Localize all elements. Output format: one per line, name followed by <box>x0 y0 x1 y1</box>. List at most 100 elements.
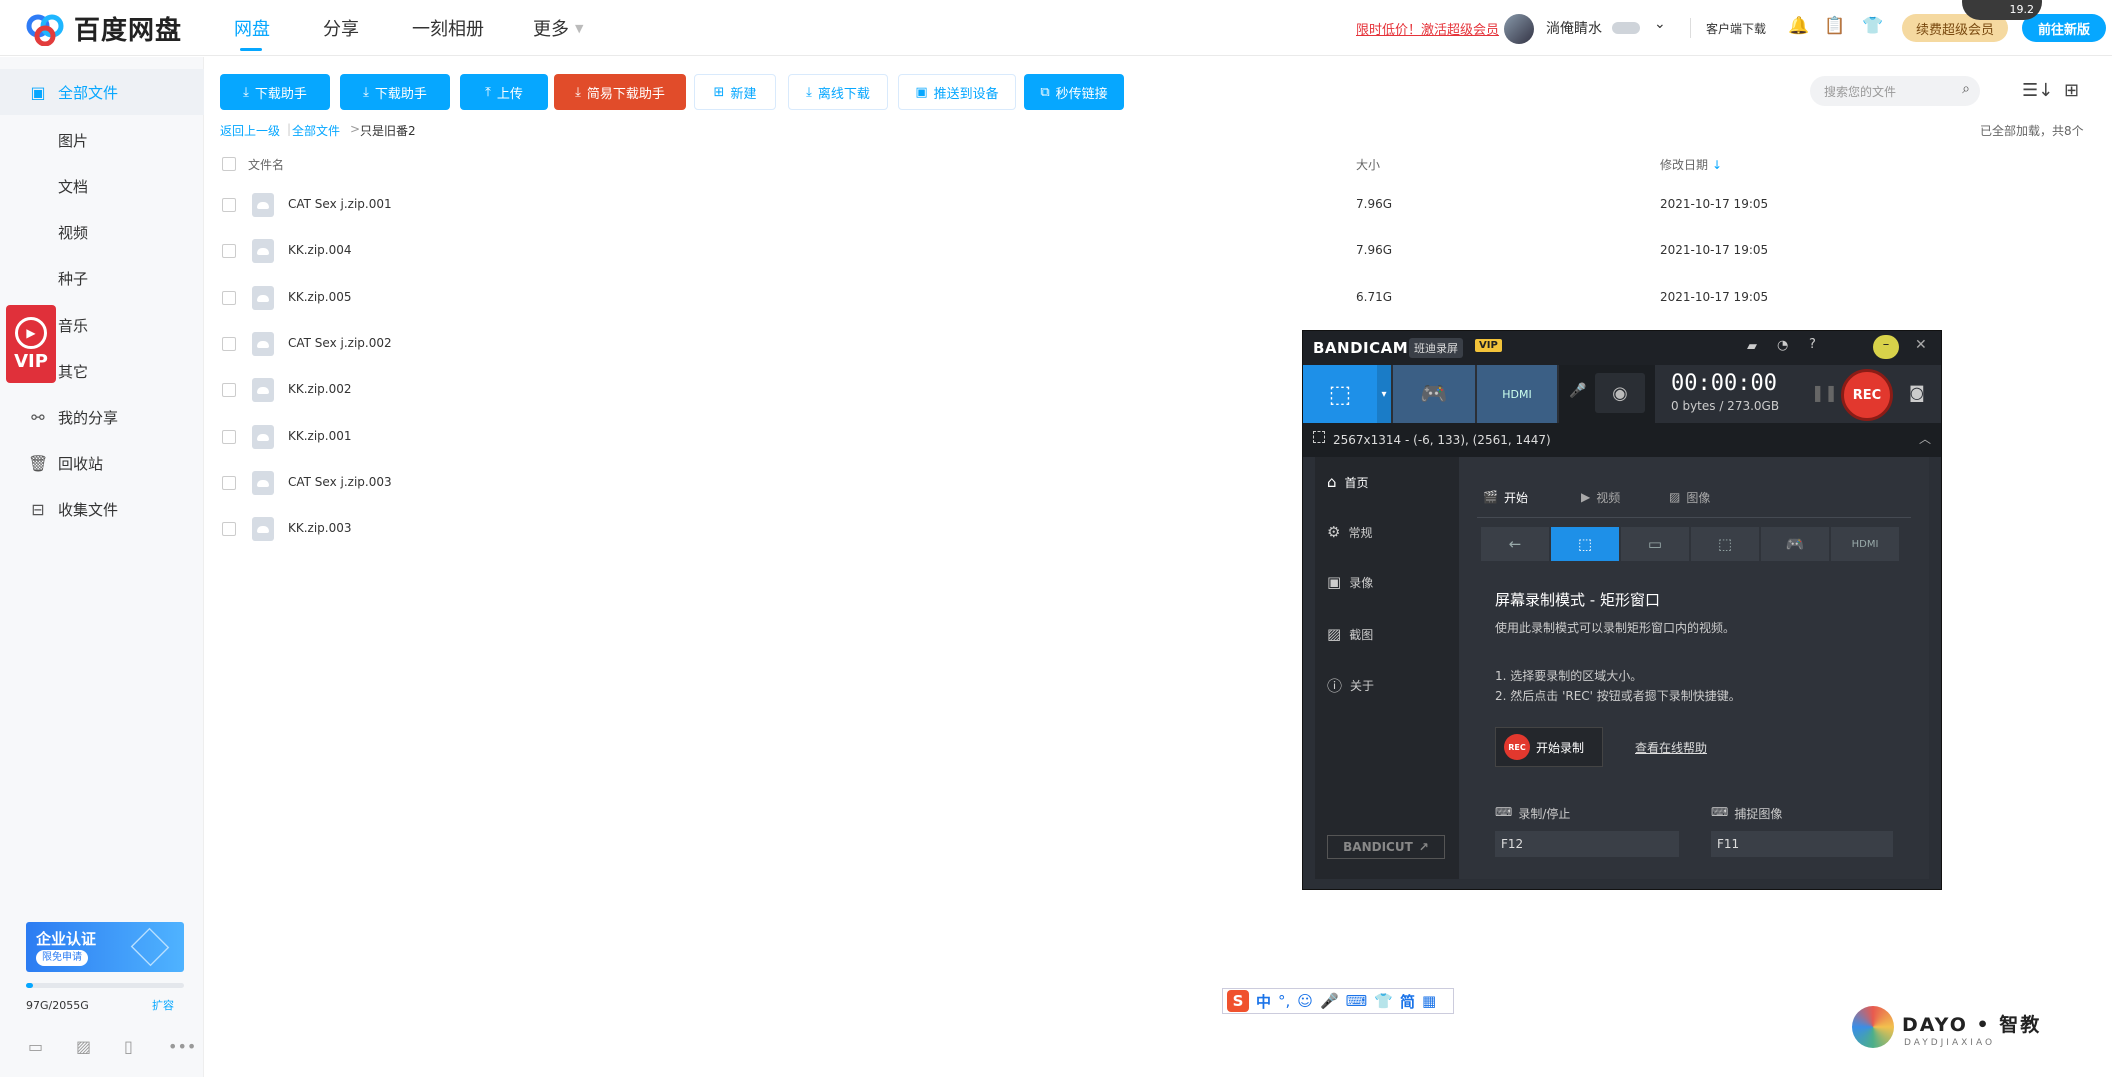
pause-icon[interactable]: ❚❚ <box>1811 383 1838 402</box>
row-checkbox[interactable] <box>222 430 236 444</box>
row-checkbox[interactable] <box>222 244 236 258</box>
select-all-checkbox[interactable] <box>222 157 236 171</box>
sort-icon[interactable]: ☰↓ <box>2022 80 2053 101</box>
emoji-icon[interactable]: ☺ <box>1297 992 1313 1010</box>
tab-start[interactable]: 🎬 开始 <box>1483 477 1528 517</box>
back-link[interactable]: 返回上一级 <box>220 122 280 139</box>
mode-rect-button[interactable]: ⬚ <box>1551 527 1619 561</box>
row-checkbox[interactable] <box>222 198 236 212</box>
ime-lang-button[interactable]: 中 <box>1256 991 1271 1012</box>
user-menu-chevron-icon[interactable]: ⌄ <box>1654 16 1666 32</box>
mode-game-button[interactable]: 🎮 <box>1761 527 1829 561</box>
file-name[interactable]: CAT Sex j.zip.003 <box>288 475 392 489</box>
mode-cursor-button[interactable]: ⬚ <box>1691 527 1759 561</box>
file-name[interactable]: KK.zip.003 <box>288 521 352 535</box>
simplified-button[interactable]: 简 <box>1400 991 1415 1012</box>
enterprise-banner[interactable]: 企业认证 限免申请 <box>26 922 184 972</box>
mode-fullscreen-button[interactable]: ▭ <box>1621 527 1689 561</box>
row-checkbox[interactable] <box>222 337 236 351</box>
tab-video[interactable]: ▶ 视频 <box>1581 477 1620 517</box>
clipboard-icon[interactable]: 📋 <box>1824 16 1845 36</box>
monitor-icon[interactable]: ▭ <box>28 1037 43 1056</box>
nav-album[interactable]: 一刻相册 <box>412 0 484 56</box>
hotkey-rec-field[interactable]: F12 <box>1495 831 1679 857</box>
skin-icon[interactable]: 👕 <box>1374 992 1393 1010</box>
hdmi-mode-button[interactable]: HDMI <box>1477 365 1557 423</box>
file-name[interactable]: KK.zip.005 <box>288 290 352 304</box>
menu-screenshot[interactable]: ▨ 截图 <box>1327 625 1373 643</box>
table-row[interactable]: KK.zip.005 6.71G 2021-10-17 19:05 <box>0 275 2112 321</box>
close-icon[interactable]: ✕ <box>1915 337 1927 353</box>
offline-download-button[interactable]: ⤓ 离线下载 <box>788 74 888 110</box>
sidebar-item-all-files[interactable]: ▣ 全部文件 <box>0 69 204 115</box>
search-icon[interactable]: ⌕ <box>1962 81 1970 97</box>
rec-button[interactable]: REC <box>1841 369 1893 421</box>
tshirt-icon[interactable]: 👕 <box>1862 16 1883 36</box>
upload-button[interactable]: ⤒ 上传 <box>460 74 548 110</box>
app-logo[interactable]: 百度网盘 <box>26 10 182 47</box>
column-header-date[interactable]: 修改日期 ↓ <box>1660 156 1722 173</box>
mic-icon[interactable]: 🎤 <box>1320 992 1339 1010</box>
table-row[interactable]: KK.zip.004 7.96G 2021-10-17 19:05 <box>0 228 2112 274</box>
minimize-button[interactable]: – <box>1873 335 1899 359</box>
tab-image[interactable]: ▨ 图像 <box>1669 477 1710 517</box>
keyboard-icon[interactable]: ⌨ <box>1346 992 1368 1010</box>
image-icon[interactable]: ▨ <box>76 1037 91 1056</box>
expand-storage-link[interactable]: 扩容 <box>152 997 174 1013</box>
username[interactable]: 淌俺睛水 <box>1546 0 1602 56</box>
push-device-button[interactable]: ▣ 推送到设备 <box>898 74 1016 110</box>
game-mode-button[interactable]: 🎮 <box>1393 365 1475 423</box>
webcam-mic-panel[interactable]: 🎤 ◉ <box>1559 365 1655 423</box>
file-name[interactable]: CAT Sex j.zip.001 <box>288 197 392 211</box>
more-icon[interactable]: ••• <box>168 1037 196 1056</box>
menu-about[interactable]: ⓘ 关于 <box>1327 675 1374 696</box>
collapse-chevron-icon[interactable]: ︿ <box>1919 430 1931 447</box>
sogou-logo-icon[interactable]: S <box>1227 990 1249 1012</box>
clock-icon[interactable]: ◔ <box>1777 338 1788 353</box>
grid-view-icon[interactable]: ⊞ <box>2064 80 2079 101</box>
file-name[interactable]: KK.zip.002 <box>288 382 352 396</box>
vip-promo-link[interactable]: 限时低价！激活超级会员 <box>1356 0 1499 56</box>
folder-icon[interactable]: ▰ <box>1747 339 1757 354</box>
quick-link-button[interactable]: ⧉ 秒传链接 <box>1024 74 1124 110</box>
column-header-size[interactable]: 大小 <box>1356 156 1380 173</box>
menu-home[interactable]: ⌂ 首页 <box>1327 473 1369 491</box>
row-checkbox[interactable] <box>222 383 236 397</box>
rect-mode-button[interactable]: ⬚ <box>1303 365 1377 423</box>
help-icon[interactable]: ? <box>1809 337 1816 352</box>
new-folder-button[interactable]: ⊞ 新建 <box>694 74 776 110</box>
bandicut-button[interactable]: BANDICUT ↗ <box>1327 835 1445 859</box>
table-row[interactable]: CAT Sex j.zip.001 7.96G 2021-10-17 19:05 <box>0 182 2112 228</box>
row-checkbox[interactable] <box>222 522 236 536</box>
file-name[interactable]: KK.zip.004 <box>288 243 352 257</box>
file-name[interactable]: CAT Sex j.zip.002 <box>288 336 392 350</box>
nav-share[interactable]: 分享 <box>323 0 359 56</box>
punctuation-icon[interactable]: °, <box>1278 992 1290 1010</box>
phone-icon[interactable]: ▯ <box>124 1037 133 1056</box>
file-name[interactable]: KK.zip.001 <box>288 429 352 443</box>
mode-dropdown-chevron-icon[interactable]: ▾ <box>1377 365 1391 423</box>
menu-video[interactable]: ▣ 录像 <box>1327 573 1373 591</box>
easy-download-button[interactable]: ⤓ 简易下载助手 <box>554 74 686 110</box>
bell-icon[interactable]: 🔔 <box>1788 16 1809 36</box>
online-help-link[interactable]: 查看在线帮助 <box>1635 739 1707 756</box>
download-helper-button-2[interactable]: ⤓ 下载助手 <box>340 74 450 110</box>
mode-back-button[interactable]: ← <box>1481 527 1549 561</box>
new-version-button[interactable]: 前往新版 <box>2022 14 2106 42</box>
download-helper-button[interactable]: ⤓ 下载助手 <box>220 74 330 110</box>
hotkey-cap-field[interactable]: F11 <box>1711 831 1893 857</box>
toolbox-icon[interactable]: ▦ <box>1422 992 1436 1010</box>
sidebar-item-images[interactable]: 图片 <box>58 130 88 151</box>
mode-hdmi-button[interactable]: HDMI <box>1831 527 1899 561</box>
start-recording-button[interactable]: REC 开始录制 <box>1495 727 1603 767</box>
breadcrumb-all-files[interactable]: 全部文件 <box>292 122 340 139</box>
avatar[interactable] <box>1504 14 1534 44</box>
nav-more[interactable]: 更多 ▼ <box>533 0 583 56</box>
camera-icon[interactable]: ◙ <box>1909 383 1925 402</box>
search-input[interactable]: 搜索您的文件 ⌕ <box>1810 76 1980 106</box>
row-checkbox[interactable] <box>222 476 236 490</box>
menu-general[interactable]: ⚙ 常规 <box>1327 523 1372 541</box>
row-checkbox[interactable] <box>222 291 236 305</box>
client-download-link[interactable]: 客户端下载 <box>1706 0 1766 56</box>
column-header-name[interactable]: 文件名 <box>248 156 284 173</box>
